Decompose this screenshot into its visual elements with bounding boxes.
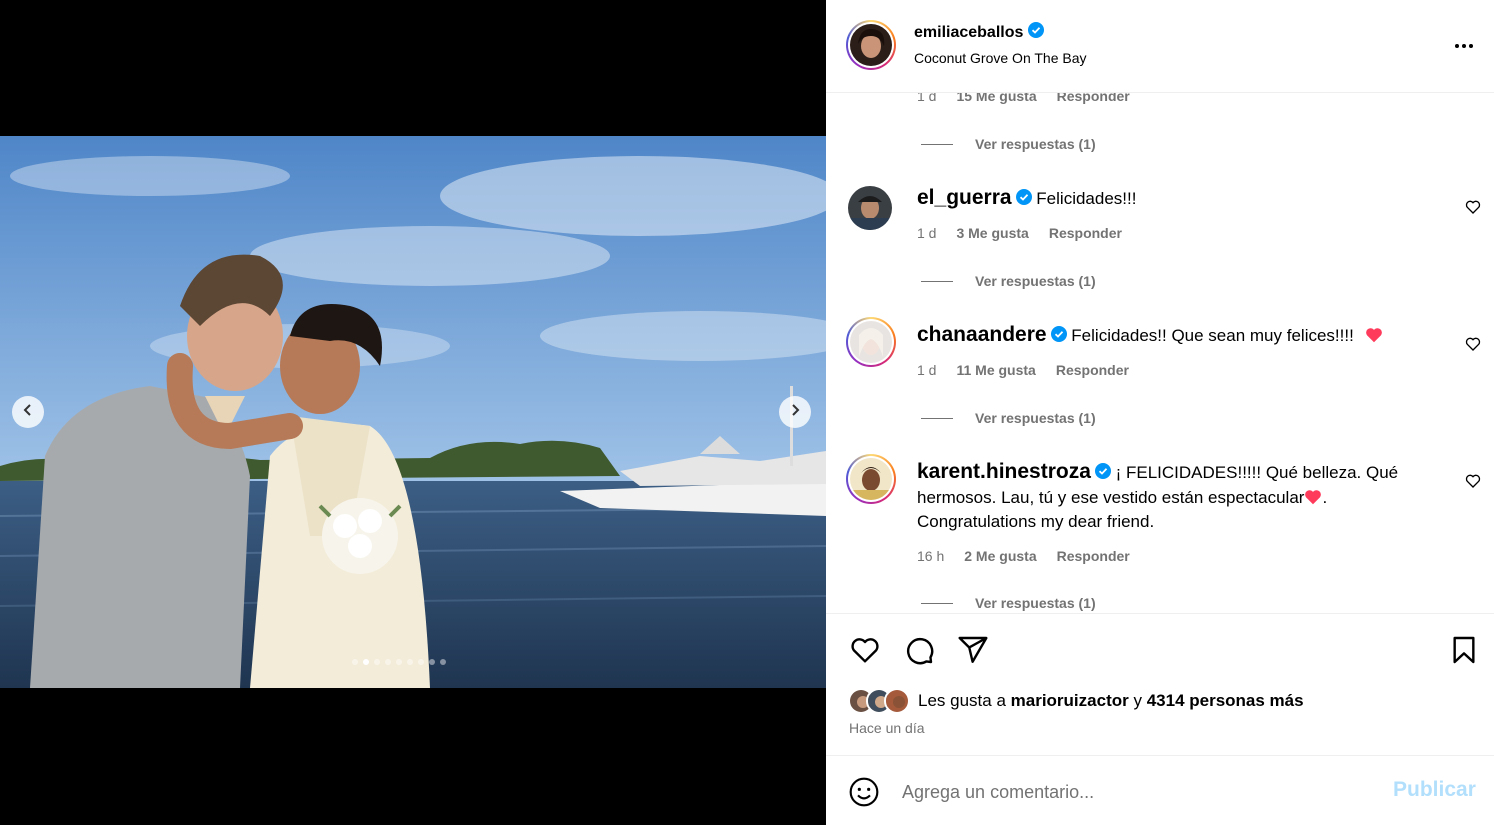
comment-text-block: karent.hinestroza ¡ FELICIDADES!!!!! Qué… bbox=[917, 460, 1437, 534]
comment-time: 1 d bbox=[917, 93, 937, 104]
carousel-dot bbox=[385, 659, 391, 665]
liker-avatars[interactable] bbox=[848, 688, 910, 714]
likes-summary: Les gusta a marioruizactor y 4314 person… bbox=[848, 688, 1304, 714]
carousel-dot bbox=[363, 659, 369, 665]
comment-text: Felicidades!!! bbox=[1036, 189, 1137, 208]
view-replies-label[interactable]: Ver respuestas (1) bbox=[975, 410, 1096, 426]
heart-emoji-icon bbox=[1359, 326, 1383, 345]
comment-likes[interactable]: 15 Me gusta bbox=[956, 93, 1036, 104]
replies-line bbox=[921, 143, 953, 145]
view-replies-button[interactable]: Ver respuestas (1) bbox=[921, 595, 1096, 611]
comment-likes[interactable]: 2 Me gusta bbox=[964, 548, 1036, 564]
like-comment-heart-icon[interactable] bbox=[1465, 199, 1481, 220]
post-photo[interactable] bbox=[0, 136, 826, 688]
more-icon bbox=[1455, 44, 1459, 48]
chevron-left-icon bbox=[21, 403, 35, 422]
carousel-dot bbox=[374, 659, 380, 665]
replies-line bbox=[921, 417, 953, 419]
comment-meta: 1 d 3 Me gusta Responder bbox=[917, 225, 1122, 241]
carousel-dot bbox=[429, 659, 435, 665]
verified-badge-icon bbox=[1028, 22, 1045, 43]
reply-button[interactable]: Responder bbox=[1057, 93, 1130, 104]
comment-username[interactable]: chanaandere bbox=[917, 323, 1047, 346]
comment-likes[interactable]: 11 Me gusta bbox=[956, 362, 1035, 378]
replies-line bbox=[921, 280, 953, 282]
carousel-dot bbox=[407, 659, 413, 665]
carousel-dots bbox=[352, 659, 446, 665]
add-comment-bar: Publicar bbox=[826, 755, 1494, 825]
comment-meta: 16 h 2 Me gusta Responder bbox=[917, 548, 1130, 564]
share-icon[interactable] bbox=[956, 634, 990, 671]
likes-text: Les gusta a marioruizactor y 4314 person… bbox=[918, 691, 1304, 711]
like-comment-heart-icon[interactable] bbox=[1465, 336, 1481, 357]
post-media bbox=[0, 0, 826, 825]
post-location[interactable]: Coconut Grove On The Bay bbox=[914, 50, 1087, 66]
comment-meta: 1 d 11 Me gusta Responder bbox=[917, 362, 1129, 378]
likes-prefix: Les gusta a bbox=[918, 691, 1006, 710]
comment-text: Felicidades!! Que sean muy felices!!!! bbox=[1071, 326, 1354, 345]
comment-input[interactable] bbox=[902, 778, 1352, 806]
avatar[interactable] bbox=[846, 317, 896, 367]
carousel-next-button[interactable] bbox=[779, 396, 811, 428]
carousel-dot bbox=[440, 659, 446, 665]
view-replies-label[interactable]: Ver respuestas (1) bbox=[975, 595, 1096, 611]
author-avatar[interactable] bbox=[846, 20, 896, 70]
view-replies-button[interactable]: Ver respuestas (1) bbox=[921, 410, 1096, 426]
publish-button[interactable]: Publicar bbox=[1393, 778, 1476, 802]
replies-line bbox=[921, 602, 953, 604]
carousel-dot bbox=[418, 659, 424, 665]
comment-time: 16 h bbox=[917, 548, 945, 564]
reply-button[interactable]: Responder bbox=[1057, 548, 1130, 564]
comment-icon[interactable] bbox=[902, 634, 936, 671]
avatar[interactable] bbox=[846, 454, 896, 504]
comment-text-block: el_guerra Felicidades!!! bbox=[917, 186, 1437, 212]
reply-button[interactable]: Responder bbox=[1049, 225, 1122, 241]
comment-text-block: chanaandere Felicidades!! Que sean muy f… bbox=[917, 323, 1437, 349]
like-comment-heart-icon[interactable] bbox=[1465, 473, 1481, 494]
comments-list[interactable]: 1 d 15 Me gusta Responder Ver respuestas… bbox=[826, 93, 1494, 613]
post-header: emiliaceballos Coconut Grove On The Bay bbox=[826, 0, 1494, 93]
carousel-prev-button[interactable] bbox=[12, 396, 44, 428]
comment-username[interactable]: el_guerra bbox=[917, 186, 1012, 209]
likes-others-count[interactable]: 4314 personas más bbox=[1147, 691, 1304, 710]
view-replies-button[interactable]: Ver respuestas (1) bbox=[921, 273, 1096, 289]
verified-badge-icon bbox=[1094, 462, 1111, 486]
chevron-right-icon bbox=[788, 403, 802, 422]
view-replies-label[interactable]: Ver respuestas (1) bbox=[975, 136, 1096, 152]
view-replies-button[interactable]: Ver respuestas (1) bbox=[921, 136, 1096, 152]
view-replies-label[interactable]: Ver respuestas (1) bbox=[975, 273, 1096, 289]
emoji-icon[interactable] bbox=[848, 776, 880, 813]
comment-time: 1 d bbox=[917, 362, 937, 378]
more-icon-dot bbox=[1469, 44, 1473, 48]
comment-meta: 1 d 15 Me gusta Responder bbox=[917, 93, 1130, 104]
author-username-text[interactable]: emiliaceballos bbox=[914, 24, 1023, 42]
comment-likes[interactable]: 3 Me gusta bbox=[956, 225, 1028, 241]
post-panel: emiliaceballos Coconut Grove On The Bay … bbox=[826, 0, 1494, 825]
more-options-button[interactable] bbox=[1450, 36, 1478, 56]
author-username[interactable]: emiliaceballos bbox=[914, 22, 1045, 43]
carousel-dot bbox=[352, 659, 358, 665]
bookmark-icon[interactable] bbox=[1448, 634, 1480, 671]
more-icon-dot bbox=[1462, 44, 1466, 48]
verified-badge-icon bbox=[1050, 325, 1067, 349]
carousel-dot bbox=[396, 659, 402, 665]
heart-emoji-icon bbox=[1304, 488, 1322, 507]
avatar bbox=[884, 688, 910, 714]
reply-button[interactable]: Responder bbox=[1056, 362, 1129, 378]
liker-username[interactable]: marioruizactor bbox=[1011, 691, 1129, 710]
avatar[interactable] bbox=[848, 186, 892, 230]
comment-username[interactable]: karent.hinestroza bbox=[917, 460, 1091, 483]
comment-time: 1 d bbox=[917, 225, 937, 241]
post-timestamp[interactable]: Hace un día bbox=[849, 720, 925, 736]
heart-icon[interactable] bbox=[848, 634, 882, 671]
verified-badge-icon bbox=[1015, 188, 1032, 212]
post-actions: Les gusta a marioruizactor y 4314 person… bbox=[826, 613, 1494, 755]
likes-connector: y bbox=[1133, 691, 1142, 710]
